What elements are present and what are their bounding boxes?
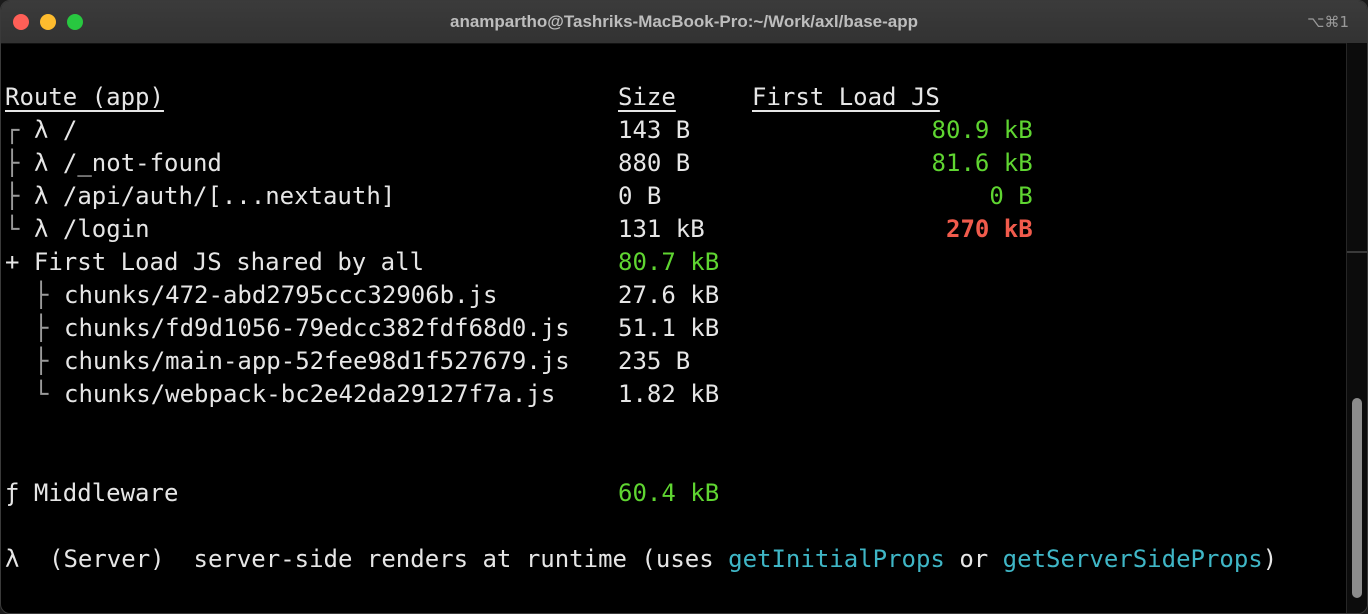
window-shortcut: ⌥⌘1 — [1307, 13, 1349, 31]
route-first-load: 80.9 kB — [931, 116, 1033, 144]
route-row: ┌ λ / 143 B 80.9 kB — [5, 114, 1033, 147]
shared-size: 80.7 kB — [618, 248, 720, 276]
scrollbar[interactable] — [1346, 43, 1367, 613]
legend-text: server-side renders at runtime (uses — [193, 545, 729, 573]
table-header: Route (app) Size First Load JS — [5, 81, 940, 114]
chunk-row: ├ chunks/472-abd2795ccc32906b.js 27.6 kB — [5, 279, 719, 312]
tree-glyph: ┌ — [5, 116, 20, 144]
terminal-window: anampartho@Tashriks-MacBook-Pro:~/Work/a… — [0, 0, 1368, 614]
chunk-size: 27.6 kB — [618, 281, 720, 309]
shared-row: + First Load JS shared by all 80.7 kB — [5, 246, 719, 279]
legend-line: (Server) server-side renders at runtime … — [49, 543, 1277, 576]
size-column-header: Size — [618, 83, 676, 111]
legend-symbol: λ — [5, 545, 20, 573]
route-column-header: Route (app) — [5, 83, 164, 111]
chunk-row: ├ chunks/main-app-52fee98d1f527679.js 23… — [5, 345, 690, 378]
route-first-load: 81.6 kB — [931, 149, 1033, 177]
legend-fn-getserversideprops: getServerSideProps — [1002, 545, 1263, 573]
route-path: λ / — [34, 116, 78, 144]
legend-type: (Server) — [49, 545, 165, 573]
route-size: 880 B — [618, 149, 691, 177]
chunk-name: chunks/webpack-bc2e42da29127f7a.js — [64, 380, 556, 408]
route-row: ├ λ /_not-found 880 B 81.6 kB — [5, 147, 1033, 180]
route-first-load: 270 kB — [946, 215, 1033, 243]
first-load-column-header: First Load JS — [752, 83, 940, 111]
legend-row: λ (Server) server-side renders at runtim… — [5, 543, 1277, 576]
title-bar: anampartho@Tashriks-MacBook-Pro:~/Work/a… — [1, 1, 1367, 44]
legend-text: or — [944, 545, 1003, 573]
middleware-row: ƒ Middleware 60.4 kB — [5, 477, 719, 510]
route-size: 131 kB — [618, 215, 705, 243]
tree-glyph: ├ — [34, 281, 49, 309]
tree-glyph: ├ — [5, 182, 20, 210]
chunk-name: chunks/fd9d1056-79edcc382fdf68d0.js — [64, 314, 570, 342]
tree-glyph: ├ — [5, 149, 20, 177]
route-size: 143 B — [618, 116, 691, 144]
scrollbar-mark — [1347, 251, 1367, 253]
chunk-name: chunks/472-abd2795ccc32906b.js — [64, 281, 498, 309]
tree-glyph: ├ — [34, 314, 49, 342]
route-path: λ /_not-found — [34, 149, 222, 177]
tree-glyph: └ — [5, 215, 20, 243]
legend-text: ) — [1262, 545, 1278, 573]
chunk-size: 51.1 kB — [618, 314, 720, 342]
chunk-name: chunks/main-app-52fee98d1f527679.js — [64, 347, 570, 375]
middleware-label: ƒ Middleware — [5, 479, 179, 507]
route-size: 0 B — [618, 182, 662, 210]
route-first-load: 0 B — [989, 182, 1033, 210]
legend-fn-getinitialprops: getInitialProps — [728, 545, 945, 573]
middleware-size: 60.4 kB — [618, 479, 720, 507]
route-path: λ /api/auth/[...nextauth] — [34, 182, 396, 210]
shared-label: + First Load JS shared by all — [5, 248, 425, 276]
chunk-size: 1.82 kB — [618, 380, 720, 408]
scrollbar-thumb[interactable] — [1352, 398, 1362, 598]
chunk-row: ├ chunks/fd9d1056-79edcc382fdf68d0.js 51… — [5, 312, 719, 345]
route-path: λ /login — [34, 215, 150, 243]
route-row: ├ λ /api/auth/[...nextauth] 0 B 0 B — [5, 180, 1033, 213]
chunk-size: 235 B — [618, 347, 691, 375]
chunk-row: └ chunks/webpack-bc2e42da29127f7a.js 1.8… — [5, 378, 719, 411]
window-title: anampartho@Tashriks-MacBook-Pro:~/Work/a… — [450, 12, 918, 31]
route-row: └ λ /login 131 kB 270 kB — [5, 213, 1033, 246]
tree-glyph: └ — [34, 380, 49, 408]
tree-glyph: ├ — [34, 347, 49, 375]
